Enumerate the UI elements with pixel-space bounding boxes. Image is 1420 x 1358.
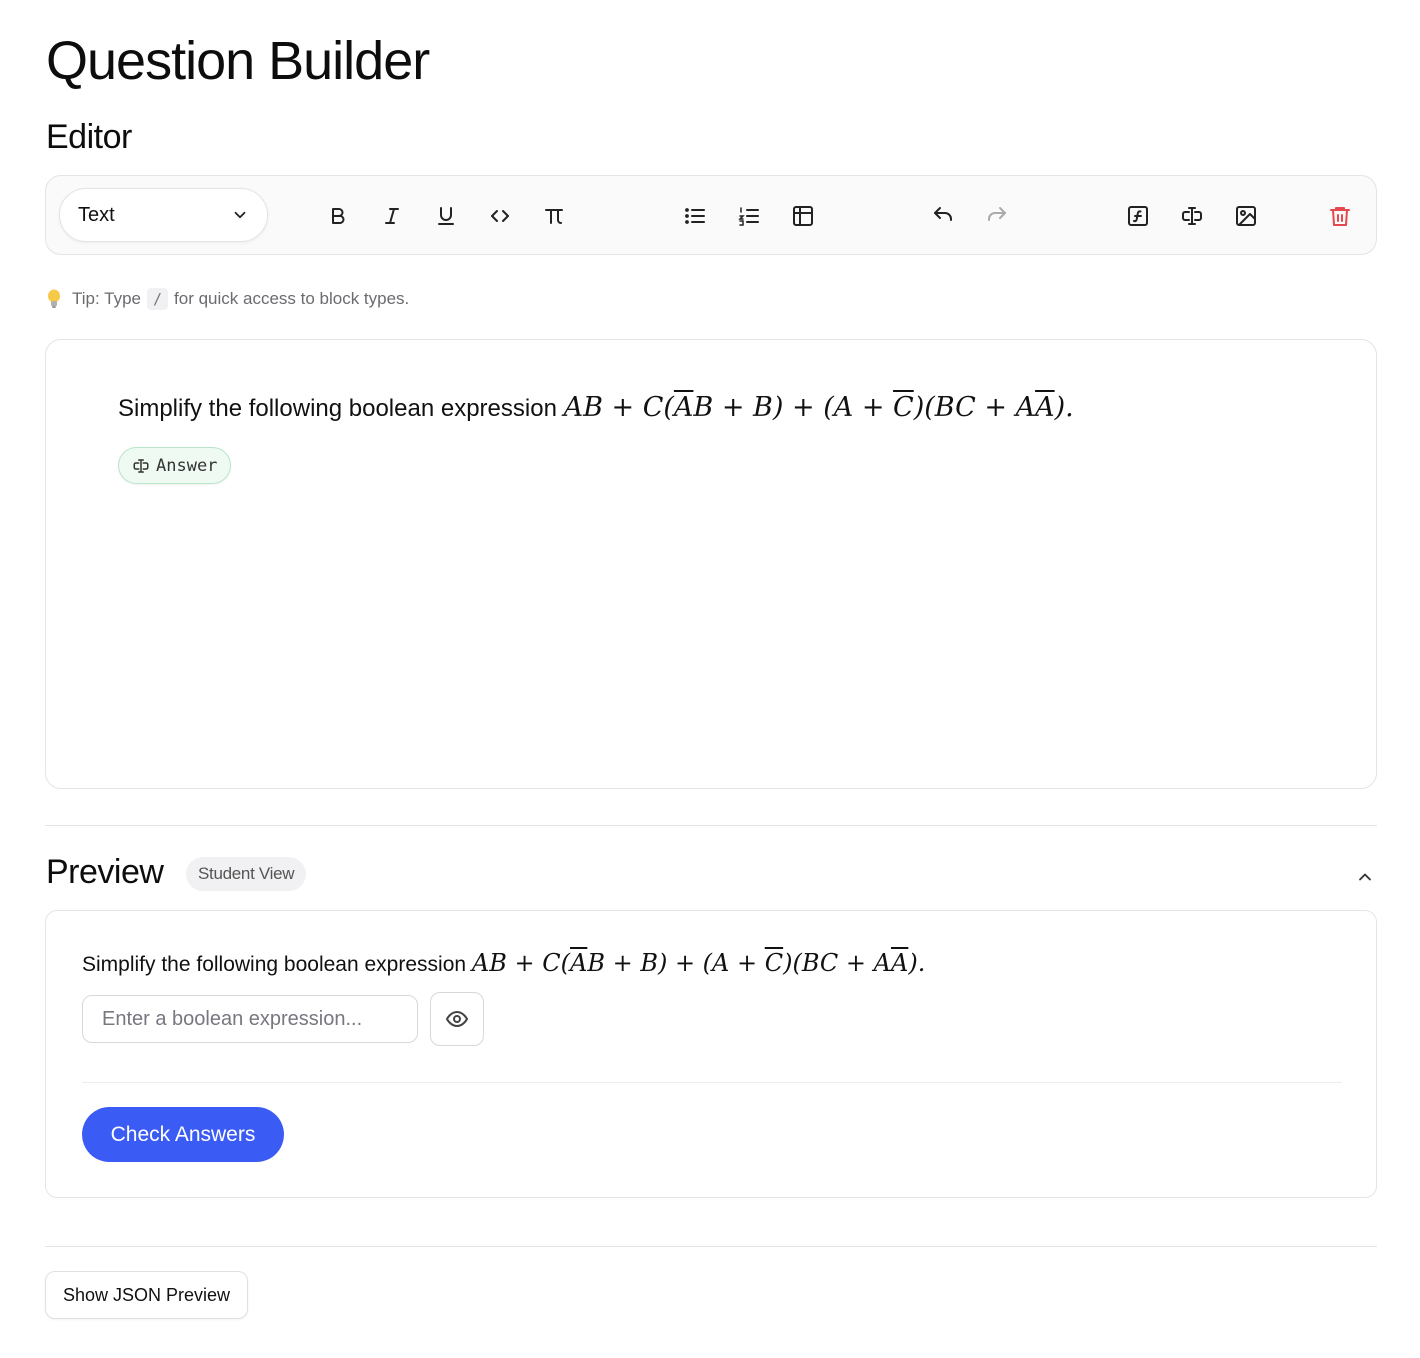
preview-panel: Simplify the following boolean expressio… (45, 910, 1377, 1198)
eye-icon (446, 1011, 468, 1027)
page-title: Question Builder (46, 31, 430, 91)
italic-button[interactable] (374, 198, 410, 234)
answer-chip[interactable]: Answer (118, 447, 232, 484)
ordered-list-button[interactable] (731, 198, 767, 234)
bold-icon (332, 208, 345, 224)
show-json-preview-button[interactable]: Show JSON Preview (45, 1271, 248, 1319)
editor-tip: Tip: Type / for quick access to block ty… (46, 288, 409, 310)
insert-image-button[interactable] (1228, 198, 1264, 234)
editor-content[interactable]: Simplify the following boolean expressio… (45, 339, 1377, 789)
table-icon (793, 206, 813, 226)
preview-heading: Preview (46, 853, 164, 891)
question-text[interactable]: Simplify the following boolean expressio… (118, 392, 1074, 423)
boolean-expression[interactable]: AB + C(AB + B) + (A + C)(BC + AA). (564, 392, 1074, 423)
pi-icon (545, 209, 563, 224)
redo-icon (988, 207, 1006, 221)
preview-divider (82, 1082, 1342, 1083)
bold-button[interactable] (320, 198, 356, 234)
answer-chip-label: Answer (156, 455, 218, 476)
preview-toggle-button[interactable] (430, 992, 484, 1046)
redo-button[interactable] (979, 198, 1015, 234)
editor-heading: Editor (46, 118, 132, 156)
footer-divider (45, 1246, 1377, 1247)
insert-answer-button[interactable] (1174, 198, 1210, 234)
preview-question-text: Simplify the following boolean expressio… (82, 949, 925, 977)
block-type-value: Text (78, 203, 115, 226)
code-button[interactable] (482, 198, 518, 234)
block-type-select[interactable]: Text (59, 188, 268, 242)
formula-icon (1128, 206, 1148, 226)
collapse-preview-button[interactable] (1352, 866, 1378, 888)
boolean-answer-input[interactable] (82, 995, 418, 1043)
section-divider (45, 825, 1377, 826)
question-prompt: Simplify the following boolean expressio… (118, 395, 557, 422)
pi-button[interactable] (536, 198, 572, 234)
delete-button[interactable] (1322, 198, 1358, 234)
student-view-badge: Student View (186, 857, 307, 891)
ordered-list-icon (738, 207, 759, 226)
tip-prefix: Tip: Type (72, 289, 141, 308)
formula-button[interactable] (1120, 198, 1156, 234)
bullet-list-button[interactable] (677, 198, 713, 234)
chevron-up-icon (1359, 873, 1371, 881)
table-button[interactable] (785, 198, 821, 234)
answer-input-icon (133, 458, 149, 473)
preview-boolean-expression: AB + C(AB + B) + (A + C)(BC + AA). (471, 949, 926, 977)
tip-suffix: for quick access to block types. (174, 289, 410, 308)
underline-icon (438, 207, 454, 225)
italic-icon (385, 208, 399, 224)
answer-input-icon (1182, 207, 1202, 225)
code-icon (491, 210, 509, 222)
chevron-down-icon (234, 211, 246, 219)
trash-icon (1330, 207, 1350, 226)
underline-button[interactable] (428, 198, 464, 234)
preview-question-prompt: Simplify the following boolean expressio… (82, 953, 467, 976)
bullet-list-icon (685, 208, 705, 224)
editor-toolbar: Text (45, 175, 1377, 255)
check-answers-button[interactable]: Check Answers (82, 1107, 284, 1162)
lightbulb-icon (46, 289, 62, 309)
tip-shortcut-key: / (146, 288, 169, 310)
undo-button[interactable] (925, 198, 961, 234)
undo-icon (934, 207, 952, 221)
image-icon (1236, 206, 1256, 226)
